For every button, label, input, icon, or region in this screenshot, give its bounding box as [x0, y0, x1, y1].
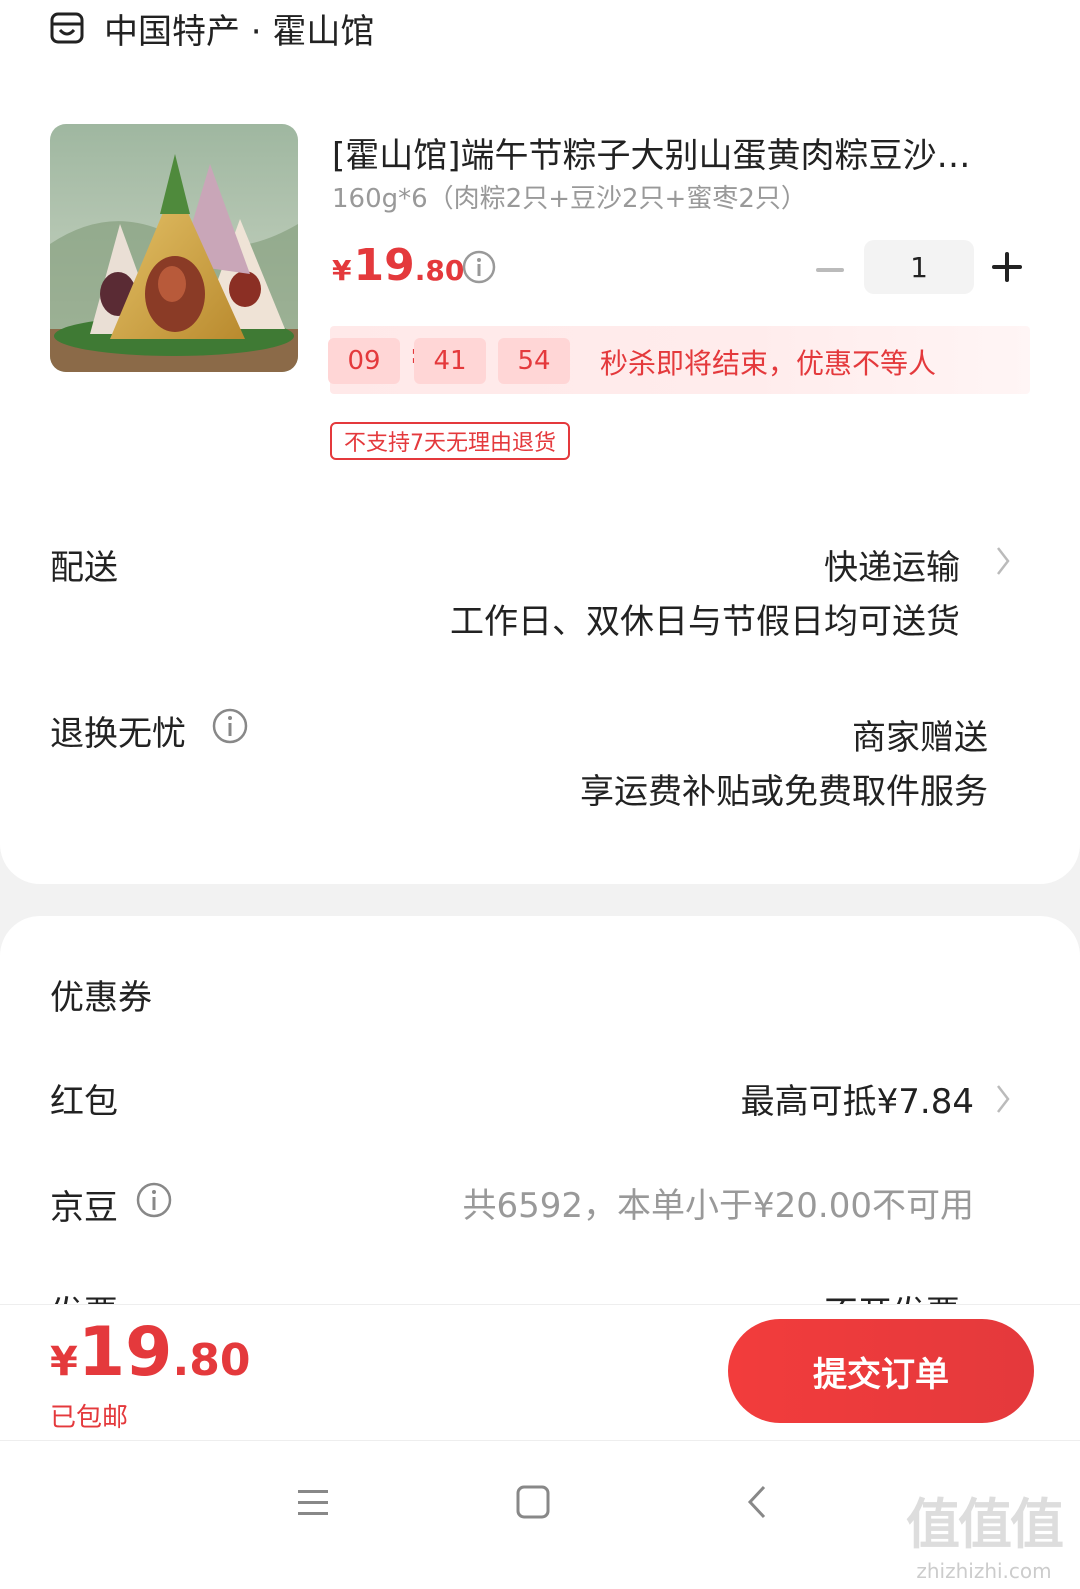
flash-sale-countdown: 09 : 41 : 54 秒杀即将结束，优惠不等人	[328, 326, 1030, 394]
returns-label: 退换无忧	[50, 714, 186, 754]
chevron-right-icon[interactable]	[996, 546, 1010, 576]
order-card: 中国特产 · 霍山馆 [霍山馆]端午节粽子大别山蛋黄肉粽豆沙… 160g*6（肉…	[0, 0, 1080, 884]
total-decimal: .80	[172, 1335, 251, 1386]
shop-name: 中国特产 · 霍山馆	[104, 11, 375, 52]
product-price: ¥ 19 .80	[332, 240, 464, 291]
countdown-seconds: 54	[498, 338, 570, 384]
watermark-url: zhizhizhi.com	[916, 1559, 1052, 1583]
price-integer: 19	[353, 240, 415, 291]
delivery-method[interactable]: 快递运输	[824, 540, 960, 589]
chevron-right-icon[interactable]	[996, 1084, 1010, 1114]
zongzi-product-image[interactable]	[50, 124, 298, 372]
returns-detail: 享运费补贴或免费取件服务	[580, 772, 988, 812]
product-spec: 160g*6（肉粽2只+豆沙2只+蜜枣2只）	[332, 184, 807, 214]
total-integer: 19	[77, 1313, 173, 1392]
back-icon[interactable]	[746, 1485, 768, 1519]
product-title[interactable]: [霍山馆]端午节粽子大别山蛋黄肉粽豆沙…	[332, 128, 1022, 177]
shop-header[interactable]: 中国特产 · 霍山馆	[50, 6, 375, 52]
countdown-hours: 09	[328, 338, 400, 384]
shipping-status: 已包邮	[50, 1403, 129, 1433]
home-icon[interactable]	[516, 1485, 550, 1519]
price-decimal: .80	[414, 254, 465, 287]
checkout-bar: ¥ 19 .80 已包邮 提交订单	[0, 1304, 1080, 1440]
countdown-minutes: 41	[414, 338, 486, 384]
quantity-decrease-button[interactable]	[812, 252, 848, 288]
no-return-tag: 不支持7天无理由退货	[330, 422, 570, 460]
submit-order-button[interactable]: 提交订单	[728, 1319, 1034, 1423]
info-icon[interactable]	[212, 708, 248, 744]
coupon-label[interactable]: 优惠券	[50, 970, 152, 1019]
info-icon[interactable]	[136, 1182, 172, 1218]
delivery-label: 配送	[50, 548, 118, 588]
price-symbol: ¥	[332, 254, 352, 287]
jingdou-value: 共6592，本单小于¥20.00不可用	[462, 1186, 975, 1226]
menu-icon[interactable]	[296, 1485, 330, 1519]
redpacket-label: 红包	[50, 1082, 118, 1122]
returns-value: 商家赠送	[852, 718, 988, 758]
redpacket-value[interactable]: 最高可抵¥7.84	[741, 1074, 974, 1123]
minus-icon	[816, 268, 844, 272]
info-icon[interactable]	[462, 250, 496, 284]
delivery-detail: 工作日、双休日与节假日均可送货	[450, 602, 960, 642]
store-icon	[50, 12, 84, 44]
site-watermark: 值值值 zhizhizhi.com	[906, 1480, 1064, 1583]
total-price: ¥ 19 .80	[50, 1313, 250, 1392]
jingdou-label: 京豆	[50, 1188, 118, 1228]
watermark-logo: 值值值	[906, 1493, 1064, 1556]
quantity-field[interactable]: 1	[864, 240, 974, 294]
total-symbol: ¥	[50, 1339, 78, 1385]
quantity-increase-button[interactable]	[990, 250, 1024, 284]
countdown-message: 秒杀即将结束，优惠不等人	[600, 347, 937, 380]
